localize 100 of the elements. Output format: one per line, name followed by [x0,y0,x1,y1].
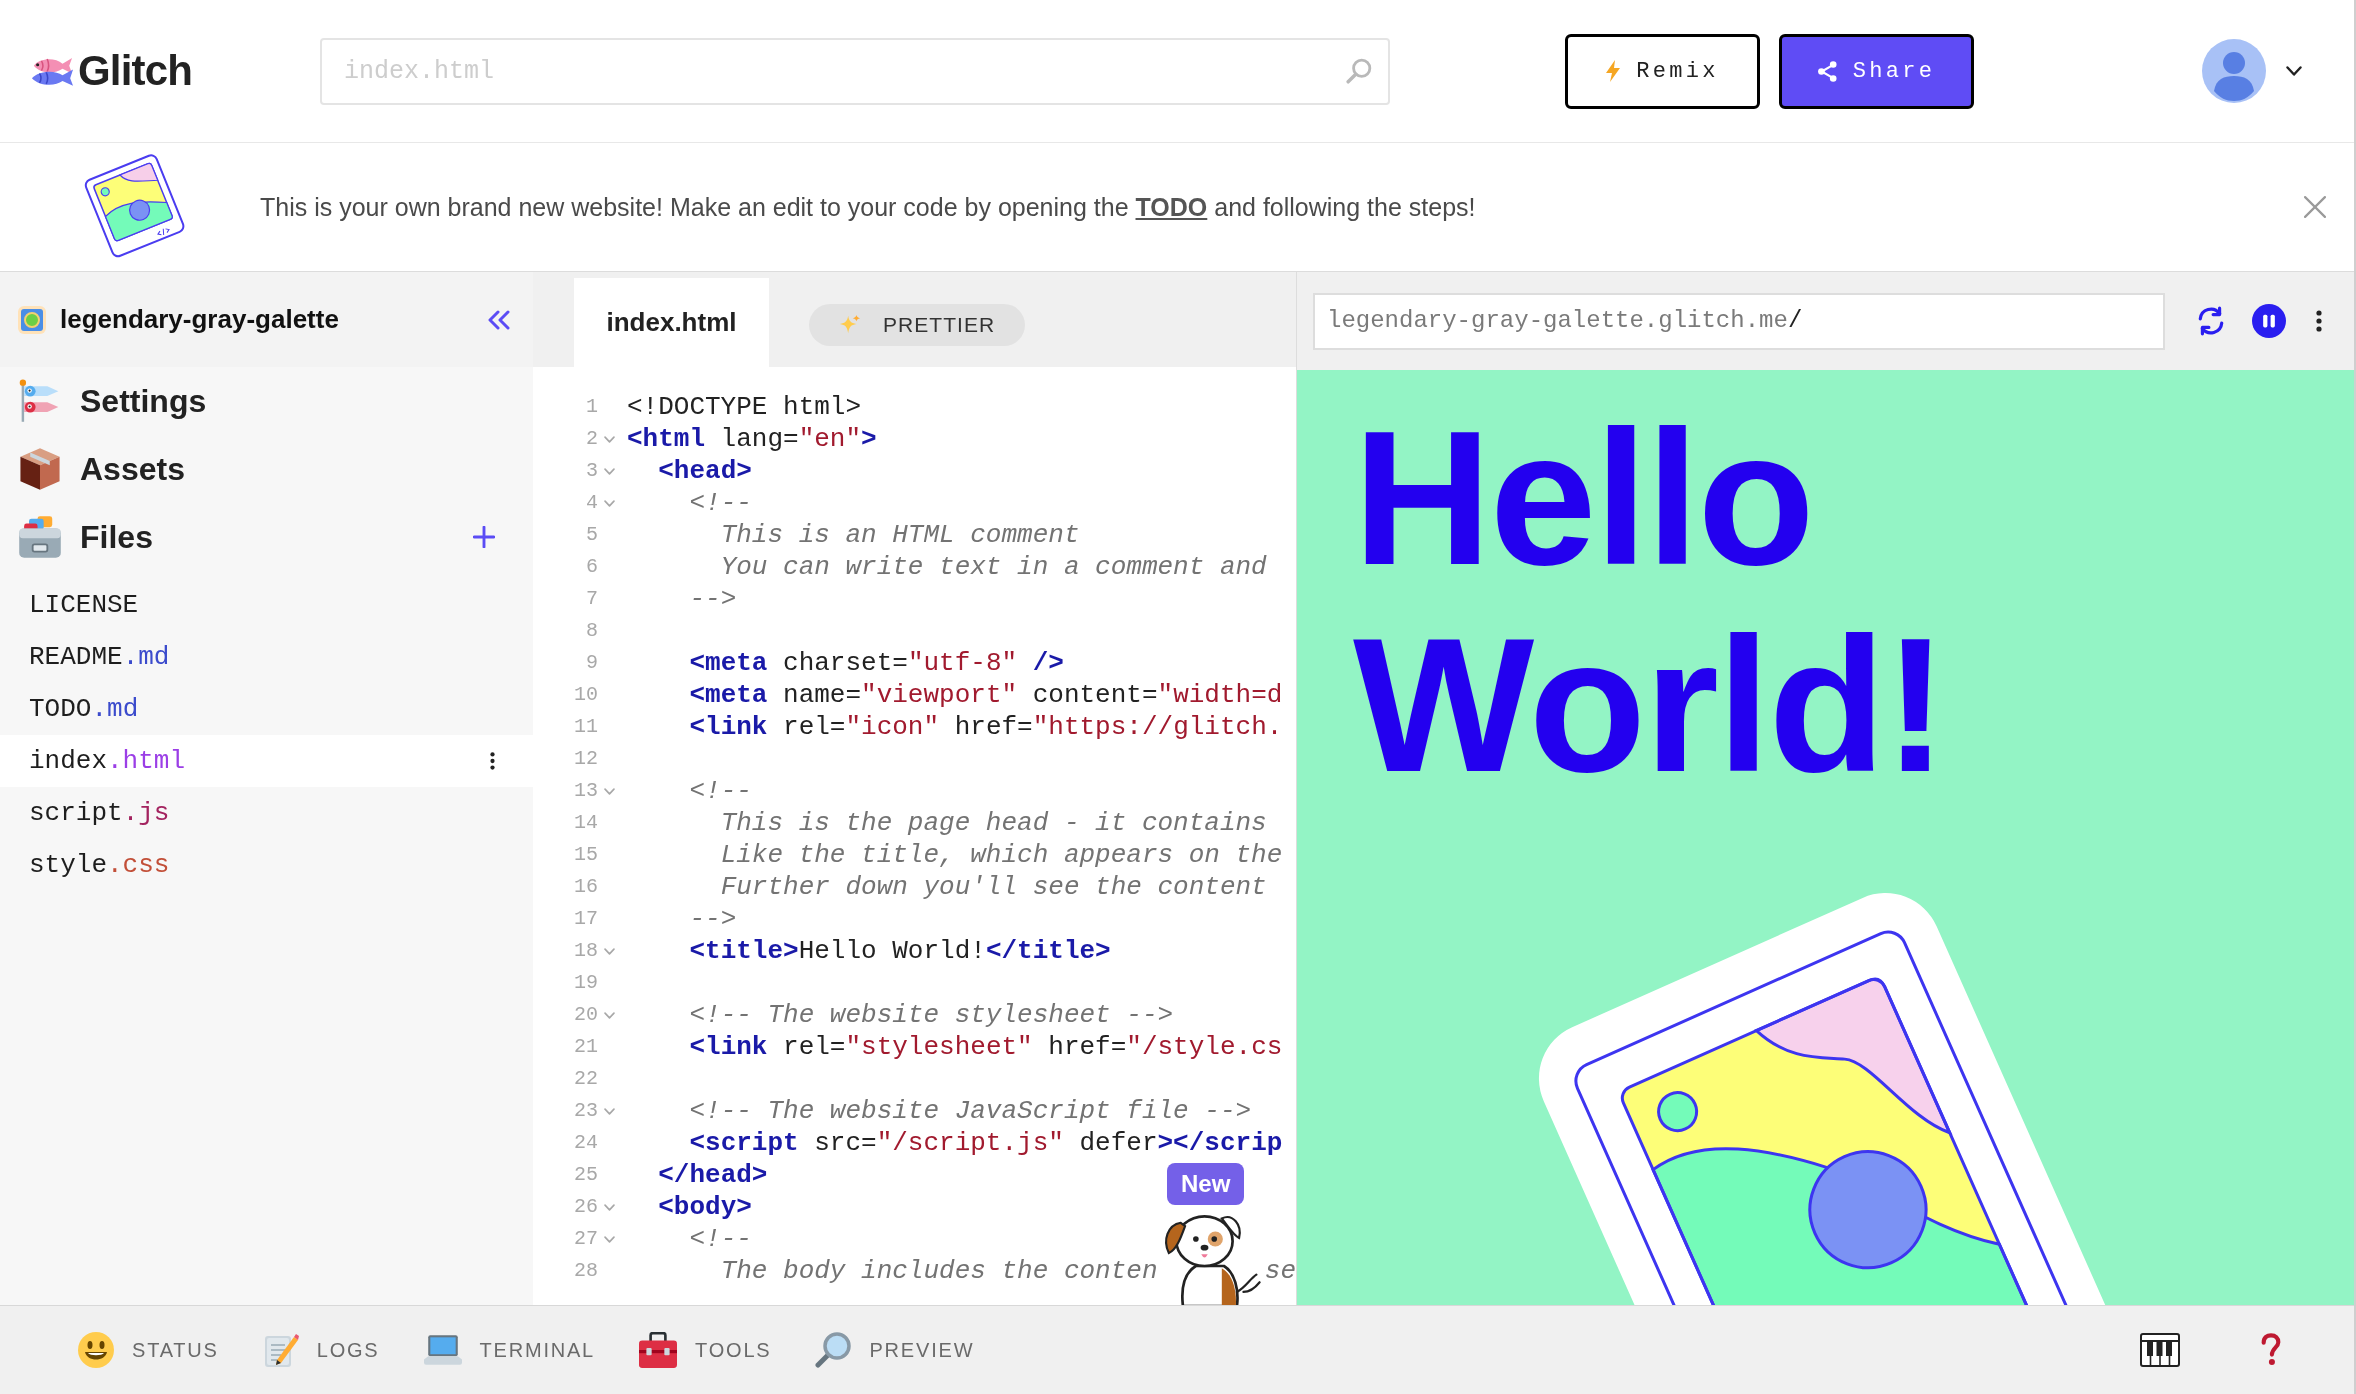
more-options-icon[interactable] [490,752,495,770]
code-text: <title>Hello World!</title> [689,935,1111,967]
pause-icon[interactable] [2252,304,2286,338]
todo-link[interactable]: TODO [1135,193,1208,221]
file-item[interactable]: README.md [0,631,533,683]
line-number: 28 [574,1259,598,1283]
share-icon [1817,60,1837,82]
remix-button[interactable]: Remix [1565,33,1760,109]
chevron-down-icon[interactable] [2286,66,2302,76]
code-text: <link rel="icon" href="https://glitch. [689,711,1283,743]
prettier-button[interactable]: PRETTIER [809,303,1026,346]
code-text: <!-- [689,1223,752,1255]
smiley-face-icon [78,1332,114,1368]
file-item[interactable]: index.html [0,735,533,787]
collapse-chevrons-icon[interactable] [487,309,511,330]
file-cabinet-icon [18,515,62,559]
terminal-button[interactable]: TERMINAL [423,1334,596,1366]
toolbox-icon [639,1332,678,1368]
line-number: 9 [586,651,598,675]
line-number: 15 [574,843,598,867]
code-text: This is the page head - it contains [720,807,1267,839]
project-avatar-icon[interactable] [18,305,46,334]
line-number: 8 [586,619,598,643]
more-options-icon[interactable] [2316,310,2322,332]
fold-chevron-icon[interactable] [603,499,615,507]
settings-button[interactable]: Settings [18,377,207,425]
file-item[interactable]: LICENSE [0,579,533,631]
files-button[interactable]: Files [18,513,153,561]
fold-chevron-icon[interactable] [603,1235,615,1243]
line-number: 4 [586,491,598,515]
fold-chevron-icon[interactable] [603,467,615,475]
line-number: 12 [574,747,598,771]
line-number: 3 [586,459,598,483]
line-number: 19 [574,971,598,995]
project-name[interactable]: legendary-gray-galette [60,300,339,339]
code-text: <head> [658,455,752,487]
line-number: 1 [586,395,598,419]
piano-keys-icon[interactable] [2140,1333,2180,1367]
logs-button[interactable]: LOGS [262,1332,380,1368]
line-number: 24 [574,1131,598,1155]
code-text: --> [689,583,737,615]
code-text: <!-- The website stylesheet --> [689,999,1174,1031]
file-item[interactable]: style.css [0,839,533,891]
file-item[interactable]: TODO.md [0,683,533,735]
code-text: <body> [658,1191,752,1223]
file-item[interactable]: script.js [0,787,533,839]
file-tab[interactable]: index.html [574,278,769,367]
code-text: <meta charset="utf-8" /> [689,647,1064,679]
line-number: 7 [586,587,598,611]
preview-button[interactable]: PREVIEW [815,1332,975,1368]
code-text: <script src="/script.js" defer></scrip [689,1127,1283,1159]
code-text: <!-- The website JavaScript file --> [689,1095,1252,1127]
share-button[interactable]: Share [1779,33,1974,109]
code-text: The body includes the conten [720,1255,1158,1287]
laptop-icon [423,1334,462,1366]
line-number: 10 [574,683,598,707]
line-number: 18 [574,939,598,963]
line-number: 25 [574,1163,598,1187]
code-text: <!-- [689,487,752,519]
code-text: se [1264,1255,1296,1287]
fold-chevron-icon[interactable] [603,1203,615,1211]
line-number: 23 [574,1099,598,1123]
help-icon[interactable] [2260,1333,2282,1367]
line-number: 20 [574,1003,598,1027]
code-text: Further down you'll see the content [720,871,1267,903]
line-number: 6 [586,555,598,579]
url-field[interactable]: legendary-gray-galette.glitch.me/ [1313,292,2165,350]
status-button[interactable]: STATUS [78,1332,219,1368]
code-text: <html lang="en"> [627,423,877,455]
fold-chevron-icon[interactable] [603,435,615,443]
lightning-bolt-icon [1606,60,1621,82]
code-text: </head> [658,1159,768,1191]
code-text: --> [689,903,737,935]
banner-message: This is your own brand new website! Make an edit to your code by opening the TODO and following the steps! [260,192,1476,223]
line-number: 26 [574,1195,598,1219]
fold-chevron-icon[interactable] [603,787,615,795]
magnifier-icon [815,1332,852,1368]
line-number: 17 [574,907,598,931]
fold-chevron-icon[interactable] [603,1107,615,1115]
line-number: 27 [574,1227,598,1251]
code-text: Like the title, which appears on the [720,839,1283,871]
line-number: 2 [586,427,598,451]
fold-chevron-icon[interactable] [603,1011,615,1019]
code-text: <meta name="viewport" content="width=d [689,679,1283,711]
package-box-icon [18,447,62,491]
avatar-icon[interactable] [2202,39,2266,103]
new-badge[interactable]: New [1167,1163,1245,1205]
fold-chevron-icon[interactable] [603,947,615,955]
assets-button[interactable]: Assets [18,445,185,493]
line-number: 21 [574,1035,598,1059]
code-text: This is an HTML comment [720,519,1080,551]
line-number: 13 [574,779,598,803]
glitch-logo-link[interactable]: Glitch [30,47,192,95]
close-icon[interactable] [2304,196,2326,218]
add-file-icon[interactable] [473,526,495,548]
preview-heading: Hello World! [1353,394,1946,808]
line-number: 22 [574,1067,598,1091]
search-icon [1346,57,1372,84]
tools-button[interactable]: TOOLS [639,1332,772,1368]
refresh-icon[interactable] [2196,306,2226,336]
